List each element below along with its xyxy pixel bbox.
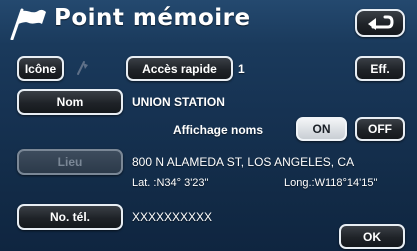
- header-bar: Point mémoire: [0, 0, 417, 52]
- icon-placeholder-icon: [77, 61, 88, 75]
- display-names-label: Affichage noms: [173, 123, 264, 137]
- ok-button[interactable]: OK: [339, 224, 405, 249]
- location-address: 800 N ALAMEDA ST, LOS ANGELES, CA: [132, 155, 355, 169]
- page-title: Point mémoire: [54, 5, 251, 31]
- location-longitude: Long.:W118°14'15": [284, 177, 378, 189]
- quick-access-button[interactable]: Accès rapide: [126, 56, 233, 81]
- icon-button[interactable]: Icône: [17, 56, 64, 81]
- back-arrow-icon: [368, 15, 394, 30]
- phone-value: XXXXXXXXXX: [132, 210, 213, 224]
- location-latitude: Lat. :N34° 3'23": [132, 177, 209, 189]
- flag-icon: [10, 8, 46, 40]
- display-names-off-button[interactable]: OFF: [355, 117, 405, 141]
- delete-button[interactable]: Eff.: [355, 56, 405, 81]
- phone-button[interactable]: No. tél.: [17, 204, 123, 230]
- name-value: UNION STATION: [132, 95, 225, 109]
- name-button[interactable]: Nom: [17, 89, 123, 115]
- display-names-on-button[interactable]: ON: [296, 117, 347, 141]
- memory-point-screen: Point mémoire Icône Accès rapide 1 Eff. …: [0, 0, 417, 251]
- back-button[interactable]: [355, 9, 405, 37]
- quick-access-value: 1: [238, 62, 245, 76]
- location-button: Lieu: [17, 149, 123, 175]
